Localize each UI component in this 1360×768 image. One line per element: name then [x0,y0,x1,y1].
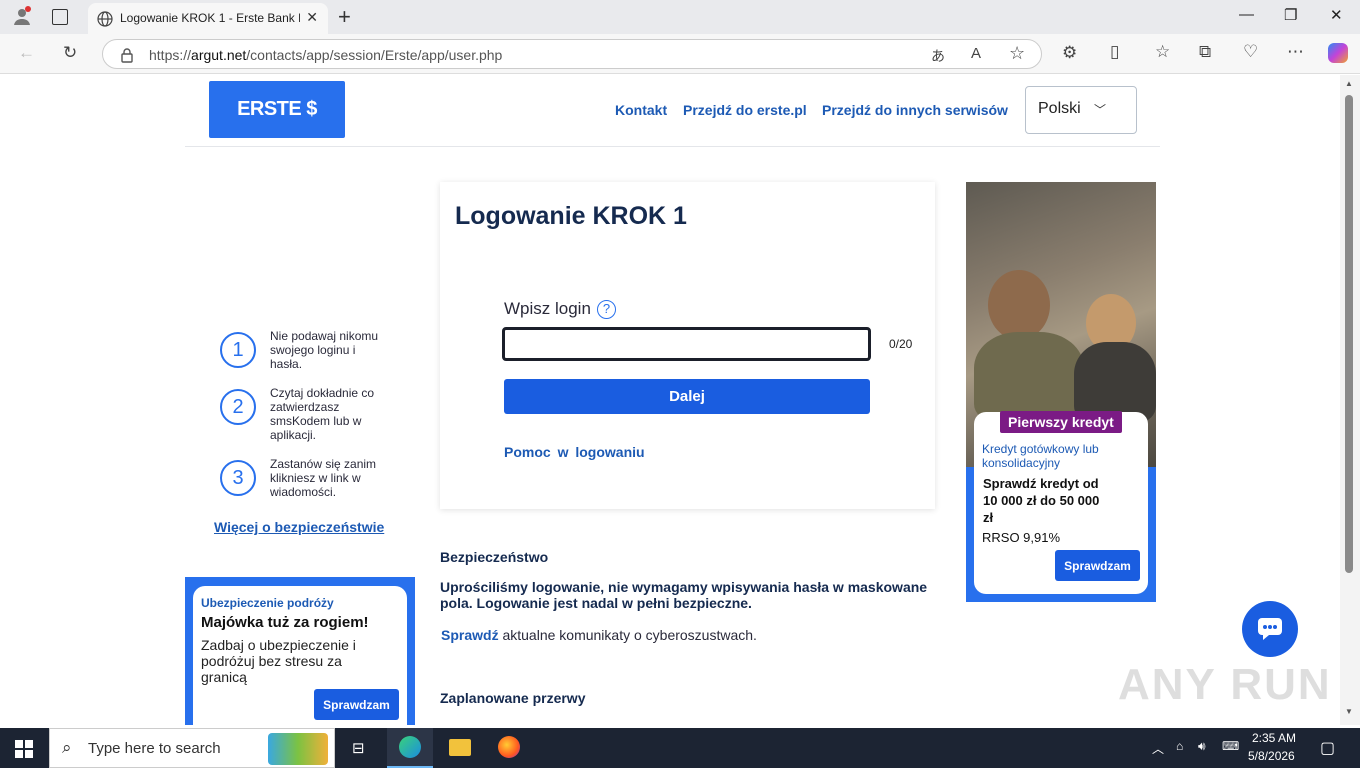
promo-check-button[interactable]: Sprawdzam [1055,550,1140,581]
favorite-star-icon[interactable]: ☆ [1009,43,1025,64]
erste-logo[interactable]: ERSTE $ [209,81,345,138]
tip-text: Nie podawaj nikomu swojego loginu i hasł… [270,329,379,371]
promo-description: Zadbaj o ubezpieczenie i podróżuj bez st… [201,637,356,685]
lock-icon[interactable] [120,47,134,68]
tray-chevron-icon[interactable]: ︿ [1152,740,1164,757]
keyboard-icon[interactable]: ⌨ [1222,739,1239,753]
url-text: https://argut.net/contacts/app/session/E… [149,47,503,63]
watermark-text: ANY RUN [1118,660,1332,709]
firefox-icon[interactable] [498,736,520,758]
security-check-line: Sprawdź aktualne komunikaty o cyberoszus… [441,627,757,643]
language-value: Polski [1038,100,1081,117]
security-body: Uprościliśmy logowanie, nie wymagamy wpi… [440,579,928,611]
search-icon: ⌕ [62,738,72,757]
file-explorer-icon[interactable] [449,739,471,756]
person-shape [974,332,1084,422]
browser-nav-bar: ← ↻ https://argut.net/contacts/app/sessi… [0,34,1360,74]
split-screen-icon[interactable]: ▯ [1110,42,1119,62]
credit-promo: Kredyt gotówkowy lub konsolidacyjny Spra… [966,182,1156,602]
promo-card: Kredyt gotówkowy lub konsolidacyjny Spra… [974,412,1148,594]
tip-number: 3 [220,460,256,496]
security-heading: Bezpieczeństwo [440,549,549,565]
new-tab-icon[interactable]: + [338,4,351,30]
more-security-link[interactable]: Więcej o bezpieczeństwie [214,519,384,535]
tip-text: Czytaj dokładnie co zatwierdzasz smsKode… [270,386,375,442]
promo-badge: Pierwszy kredyt [1000,411,1122,433]
header-divider [185,146,1160,147]
profile-icon[interactable] [12,6,32,26]
windows-taskbar: ⌕ Type here to search ⊟ ︿ ⌂ 🔊︎ ⌨ 2:35 AM… [0,728,1360,768]
page-content: ERSTE $ Kontakt Przejdź do erste.pl Prze… [4,75,1340,725]
next-button[interactable]: Dalej [504,379,870,414]
login-help-link[interactable]: Pomoc w logowaniu [504,444,645,460]
person-shape [1074,342,1156,422]
promo-check-button[interactable]: Sprawdzam [314,689,399,720]
globe-icon [97,11,113,32]
login-card: Logowanie KROK 1 Wpisz login ? 0/20 Dale… [440,182,935,509]
more-menu-icon[interactable]: ⋯ [1287,42,1304,62]
link-erste-pl[interactable]: Przejdź do erste.pl [683,102,807,118]
promo-headline: Majówka tuż za rogiem! [201,614,369,631]
close-tab-icon[interactable]: ✕ [306,9,318,26]
clock-date[interactable]: 5/8/2026 [1248,749,1295,763]
check-text: aktualne komunikaty o cyberoszustwach. [498,627,757,643]
notifications-icon[interactable]: ▢ [1320,738,1335,758]
tip-number: 1 [220,332,256,368]
link-other-services[interactable]: Przejdź do innych serwisów [822,102,1008,118]
chat-icon [1257,617,1283,646]
minimize-icon[interactable]: — [1239,6,1254,23]
page-title: Logowanie KROK 1 [455,202,687,230]
check-link[interactable]: Sprawdź [441,627,499,643]
copilot-icon[interactable] [1328,43,1348,63]
collections-icon[interactable]: ⧉ [1199,42,1211,62]
network-icon[interactable]: ⌂ [1176,739,1183,753]
puzzle-decoration-icon [268,733,328,765]
windows-start-icon[interactable] [15,740,33,763]
translate-icon[interactable]: あ [931,46,945,66]
back-icon[interactable]: ← [18,43,35,63]
person-shape [988,270,1050,340]
help-icon[interactable]: ? [597,300,616,319]
favorites-icon[interactable]: ☆ [1155,42,1170,62]
close-window-icon[interactable]: ✕ [1330,6,1343,24]
edge-taskbar-icon[interactable] [387,728,433,768]
read-aloud-icon[interactable]: A [971,45,981,62]
scroll-up-icon[interactable]: ▲ [1345,79,1353,88]
tip-text: Zastanów się zanim klikniesz w link w wi… [270,457,377,499]
promo-rrso: RRSO 9,91% [982,530,1061,545]
volume-icon[interactable]: 🔊︎ [1198,739,1206,754]
reload-icon[interactable]: ↻ [63,43,77,63]
restore-icon[interactable]: ❐ [1284,6,1297,24]
promo-kicker: Ubezpieczenie podróży [201,596,334,610]
login-input[interactable] [502,327,871,361]
address-bar[interactable]: https://argut.net/contacts/app/session/E… [102,39,1042,69]
clock-time[interactable]: 2:35 AM [1252,731,1296,745]
extensions-icon[interactable]: ⚙ [1062,43,1077,63]
scrollbar-thumb[interactable] [1345,95,1353,573]
tip-number: 2 [220,389,256,425]
char-counter: 0/20 [889,337,913,351]
link-kontakt[interactable]: Kontakt [615,102,667,118]
language-select[interactable]: Polski ﹀ [1025,86,1137,134]
planned-breaks-heading: Zaplanowane przerwy [440,690,586,706]
tab-active[interactable]: Logowanie KROK 1 - Erste Bank P ✕ [88,3,328,34]
promo-card: Ubezpieczenie podróży Majówka tuż za rog… [193,586,407,725]
search-placeholder: Type here to search [88,740,221,757]
tab-title: Logowanie KROK 1 - Erste Bank P [120,11,300,25]
promo-kicker: Kredyt gotówkowy lub konsolidacyjny [982,442,1099,470]
browser-essentials-icon[interactable]: ♡ [1243,42,1258,62]
travel-insurance-promo: Ubezpieczenie podróży Majówka tuż za rog… [185,577,415,725]
tab-actions-icon[interactable] [52,9,68,25]
taskbar-search[interactable]: ⌕ Type here to search [49,728,335,768]
promo-headline: Sprawdź kredyt od 10 000 zł do 50 000 zł [983,476,1100,525]
browser-tab-bar: Logowanie KROK 1 - Erste Bank P ✕ + — ❐ … [0,0,1360,34]
scroll-down-icon[interactable]: ▼ [1345,707,1353,716]
chat-button[interactable] [1242,601,1298,657]
login-label: Wpisz login [504,299,591,318]
page-scrollbar[interactable]: ▲ ▼ [1340,75,1360,725]
task-view-icon[interactable]: ⊟ [352,739,365,757]
chevron-down-icon: ﹀ [1093,103,1106,117]
